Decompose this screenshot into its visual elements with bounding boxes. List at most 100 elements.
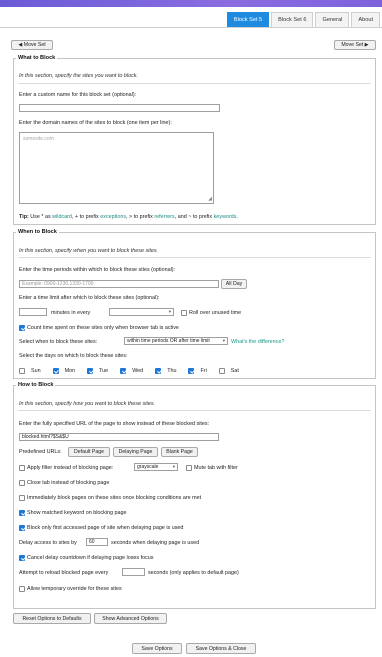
show-keyword-label: Show matched keyword on blocking page (27, 510, 127, 516)
tip-sep: , > to prefix (126, 214, 155, 220)
apply-filter-label: Apply filter instead of blocking page: (27, 465, 114, 471)
day-fri-checkbox[interactable] (188, 367, 195, 374)
block-condition-select[interactable]: within time periods OR after time limit ▾ (124, 337, 228, 345)
domains-textarea[interactable]: somesite.com ◢ (19, 132, 214, 204)
referrers-link[interactable]: referrers (154, 214, 174, 220)
keywords-link[interactable]: keywords (214, 214, 237, 220)
apply-filter-option[interactable]: Apply filter instead of blocking page: (19, 464, 114, 471)
block-first-label: Block only first accessed page of site w… (27, 525, 184, 531)
periods-input[interactable]: Example: 0900-1230,1330-1700 (19, 280, 219, 288)
period-select[interactable]: ▾ (109, 308, 174, 316)
filter-select[interactable]: grayscale ▾ (134, 463, 178, 471)
count-time-option[interactable]: Count time spent on these sites only whe… (19, 324, 179, 331)
what-hint: In this section, specify the sites you w… (19, 73, 138, 79)
day-sat[interactable]: Sat (218, 367, 245, 374)
days-label: Select the days on which to block these … (19, 353, 128, 359)
day-label: Mon (64, 368, 76, 374)
immediately-option[interactable]: Immediately block pages on these sites o… (19, 494, 202, 501)
block-first-checkbox[interactable] (19, 524, 25, 531)
block-first-option[interactable]: Block only first accessed page of site w… (19, 524, 184, 531)
save-options-button[interactable]: Save Options (132, 643, 182, 654)
show-keyword-option[interactable]: Show matched keyword on blocking page (19, 509, 127, 516)
resize-grip-icon[interactable]: ◢ (208, 197, 212, 202)
delaying-page-button[interactable]: Delaying Page (113, 447, 158, 457)
close-tab-option[interactable]: Close tab instead of blocking page (19, 479, 110, 486)
allow-override-option[interactable]: Allow temporary override for these sites (19, 585, 122, 592)
close-tab-label: Close tab instead of blocking page (27, 480, 110, 486)
mute-tab-checkbox[interactable] (186, 464, 192, 471)
day-mon-checkbox[interactable] (52, 367, 59, 374)
tab-general[interactable]: General (315, 12, 350, 27)
mute-tab-label: Mute tab with filter (194, 465, 238, 471)
minutes-in-every-label: minutes in every (51, 310, 91, 316)
browser-top-bar (0, 0, 382, 7)
tip-text: Tip: Use * as wildcard, + to prefix exce… (19, 214, 238, 220)
day-mon[interactable]: Mon (52, 367, 82, 374)
select-when-label: Select when to block these sites: (19, 339, 98, 345)
cancel-delay-checkbox[interactable] (19, 554, 25, 561)
allow-override-checkbox[interactable] (19, 585, 25, 592)
delay-seconds-input[interactable]: 60 (86, 538, 108, 546)
blocking-url-input[interactable]: blocked.html?$S&$U (19, 433, 219, 441)
divider (18, 83, 371, 84)
custom-name-input[interactable] (19, 104, 220, 112)
day-fri[interactable]: Fri (188, 367, 212, 374)
limit-label: Enter a time limit after which to block … (19, 295, 160, 301)
default-page-button[interactable]: Default Page (68, 447, 110, 457)
immediately-checkbox[interactable] (19, 494, 25, 501)
cancel-delay-option[interactable]: Cancel delay countdown if delaying page … (19, 554, 153, 561)
mute-tab-option[interactable]: Mute tab with filter (186, 464, 238, 471)
tip-sep: , + to prefix (71, 214, 101, 220)
immediately-label: Immediately block pages on these sites o… (27, 495, 202, 501)
when-to-block-section: When to Block In this section, specify w… (13, 229, 376, 379)
show-advanced-options-button[interactable]: Show Advanced Options (94, 613, 167, 624)
move-set-left-button[interactable]: ◀ Move Set (11, 40, 53, 50)
allow-override-label: Allow temporary override for these sites (27, 586, 122, 592)
day-sun-checkbox[interactable] (19, 367, 25, 374)
whats-the-difference-link[interactable]: What's the difference? (231, 339, 284, 345)
day-tue-checkbox[interactable] (87, 367, 94, 374)
filter-value: grayscale (137, 464, 159, 470)
move-set-right-button[interactable]: Move Set ▶ (334, 40, 376, 50)
count-time-checkbox[interactable] (19, 324, 25, 331)
exceptions-link[interactable]: exceptions (100, 214, 126, 220)
blank-page-button[interactable]: Blank Page (161, 447, 198, 457)
tab-block-set-6[interactable]: Block Set 6 (271, 12, 314, 27)
domains-label: Enter the domain names of the sites to b… (19, 120, 172, 126)
when-to-block-legend: When to Block (18, 229, 57, 235)
chevron-down-icon: ▾ (222, 338, 225, 343)
day-sun[interactable]: Sun (19, 367, 47, 374)
day-wed[interactable]: Wed (120, 367, 149, 374)
tab-strip: Block Set 5 Block Set 6 General About (226, 12, 380, 27)
day-tue[interactable]: Tue (87, 367, 114, 374)
chevron-down-icon: ▾ (168, 309, 171, 314)
all-day-button[interactable]: All Day (221, 279, 247, 289)
apply-filter-checkbox[interactable] (19, 464, 25, 471)
day-thu[interactable]: Thu (155, 367, 182, 374)
minutes-input[interactable] (19, 308, 47, 316)
show-keyword-checkbox[interactable] (19, 509, 25, 516)
reset-options-button[interactable]: Reset Options to Defaults (13, 613, 91, 624)
rollover-option[interactable]: Roll over unused time (181, 309, 241, 316)
day-wed-checkbox[interactable] (120, 367, 127, 374)
rollover-checkbox[interactable] (181, 309, 187, 316)
divider (18, 257, 371, 258)
delay-pre-label: Delay access to sites by (19, 540, 77, 546)
day-label: Thu (167, 368, 177, 374)
domains-placeholder: somesite.com (23, 136, 54, 142)
divider (18, 410, 371, 411)
day-label: Sat (230, 368, 239, 374)
save-options-close-button[interactable]: Save Options & Close (186, 643, 256, 654)
day-sat-checkbox[interactable] (218, 367, 225, 374)
reload-seconds-input[interactable] (122, 568, 145, 576)
reload-pre-label: Attempt to reload blocked page every (19, 570, 109, 576)
url-label: Enter the fully specified URL of the pag… (19, 421, 210, 427)
tab-about[interactable]: About (351, 12, 380, 27)
tab-divider (0, 27, 382, 28)
tab-block-set-5[interactable]: Block Set 5 (226, 12, 270, 27)
wildcard-link[interactable]: wildcard (52, 214, 72, 220)
delay-post-label: seconds when delaying page is used (111, 540, 200, 546)
reload-post-label: seconds (only applies to default page) (148, 570, 239, 576)
close-tab-checkbox[interactable] (19, 479, 25, 486)
day-thu-checkbox[interactable] (155, 367, 162, 374)
